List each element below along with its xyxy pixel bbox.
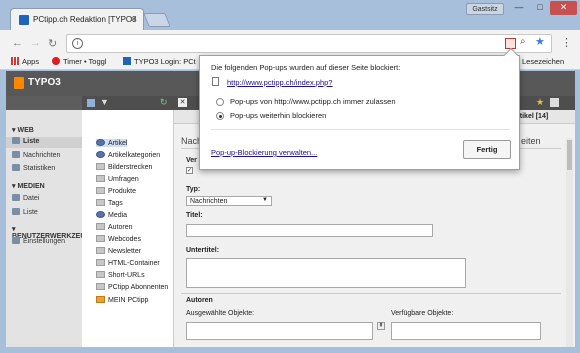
ver-label: Ver	[186, 157, 197, 164]
toggl-icon	[52, 57, 60, 65]
filter-icon[interactable]: ▼	[100, 97, 109, 107]
reload-icon[interactable]: ↻	[48, 37, 57, 50]
divider	[181, 293, 561, 294]
file-icon	[12, 194, 20, 201]
tree-item[interactable]: Artikelkategorien	[96, 151, 160, 159]
bookmark-toggl[interactable]: Timer • Toggl	[52, 57, 106, 66]
tree-item[interactable]: Umfragen	[96, 175, 139, 183]
chevron-down-icon: ▼	[262, 197, 268, 203]
tab-title: PCtipp.ch Redaktion [TYPO3	[33, 15, 137, 24]
bookmark-typo3-login[interactable]: TYPO3 Login: PCt	[123, 57, 196, 66]
module-nachrichten[interactable]: Nachrichten	[12, 151, 60, 159]
available-objects-label: Verfügbare Objekte:	[391, 310, 454, 317]
tree-item[interactable]: Media	[96, 211, 127, 219]
module-menu-header	[6, 96, 82, 110]
stats-icon	[12, 164, 20, 171]
selected-objects-list[interactable]	[186, 322, 373, 340]
title-input[interactable]	[186, 224, 433, 237]
title-bar: PCtipp.ch Redaktion [TYPO3 × Gastsitz — …	[0, 0, 580, 30]
new-page-icon[interactable]	[87, 99, 95, 107]
checkbox[interactable]: ✓	[186, 167, 193, 174]
done-button[interactable]: Fertig	[463, 140, 511, 159]
page-tree: Artikel Artikelkategorien Bilderstrecken…	[82, 110, 174, 347]
blocked-popup-link[interactable]: http://www.pctipp.ch/index.php?	[227, 78, 332, 87]
tree-item[interactable]: HTML-Container	[96, 259, 160, 267]
info-icon[interactable]: i	[72, 38, 83, 49]
tree-item[interactable]: Webcodes	[96, 235, 141, 243]
browser-menu-icon[interactable]: ⋮	[561, 36, 572, 50]
bookmark-apps[interactable]: Apps	[11, 57, 39, 66]
available-objects-list[interactable]	[391, 322, 541, 340]
tree-item[interactable]: Bilderstrecken	[96, 163, 152, 171]
list-icon	[12, 137, 20, 144]
refresh-icon[interactable]: ↻	[160, 97, 168, 108]
module-medien-liste[interactable]: Liste	[12, 208, 38, 216]
move-top-icon[interactable]: ⇞	[377, 322, 385, 330]
module-section-web[interactable]: ▾ WEB	[12, 126, 34, 134]
browser-tab[interactable]: PCtipp.ch Redaktion [TYPO3 ×	[10, 8, 144, 30]
module-einstellungen[interactable]: Einstellungen	[12, 237, 65, 245]
user-settings-icon	[12, 237, 20, 244]
bookmark-star-icon[interactable]: ★	[536, 97, 544, 108]
tree-item[interactable]: Newsletter	[96, 247, 141, 255]
tab-close-icon[interactable]: ×	[131, 14, 136, 24]
radio-block[interactable]	[216, 112, 224, 120]
section-heading-right: eiten	[521, 136, 541, 146]
tree-item[interactable]: MEIN PCtipp	[96, 296, 148, 304]
open-in-new-window-icon[interactable]	[550, 98, 559, 107]
typo3-icon	[123, 57, 131, 65]
guest-profile-button[interactable]: Gastsitz	[466, 3, 504, 15]
manage-popup-blocking-link[interactable]: Pop-up-Blockierung verwalten...	[211, 148, 317, 157]
star-icon[interactable]: ★	[535, 35, 545, 48]
new-tab-button[interactable]	[143, 13, 171, 27]
module-menu: ▾ WEB Liste Nachrichten Statistiken ▾ ME…	[6, 110, 95, 347]
popup-heading: Die folgenden Pop-ups wurden auf dieser …	[211, 63, 401, 72]
subtitle-label: Untertitel:	[186, 247, 220, 254]
apps-icon	[11, 57, 19, 65]
title-label: Titel:	[186, 212, 203, 219]
radio-allow-label[interactable]: Pop-ups von http://www.pctipp.ch immer z…	[230, 97, 396, 106]
close-document-icon[interactable]: ✕	[178, 98, 187, 107]
divider	[211, 129, 510, 130]
back-arrow-icon[interactable]: ←	[12, 37, 23, 49]
tab-favicon-icon	[19, 15, 29, 25]
forward-arrow-icon[interactable]: →	[30, 37, 41, 49]
tree-item[interactable]: Produkte	[96, 187, 136, 195]
popup-blocked-bubble: Die folgenden Pop-ups wurden auf dieser …	[199, 47, 520, 170]
radio-allow[interactable]	[216, 98, 224, 106]
radio-block-label[interactable]: Pop-ups weiterhin blockieren	[230, 111, 326, 120]
close-window-button[interactable]: ✕	[550, 1, 577, 15]
tree-item[interactable]: Tags	[96, 199, 123, 207]
typo3-logo-icon	[14, 77, 24, 89]
typo3-logo-text: TYPO3	[28, 77, 61, 88]
news-icon	[12, 151, 20, 158]
module-web-liste[interactable]: Liste	[6, 137, 82, 148]
page-icon	[212, 77, 219, 86]
module-section-medien[interactable]: ▾ MEDIEN	[12, 182, 45, 190]
module-statistiken[interactable]: Statistiken	[12, 164, 55, 172]
selected-objects-label: Ausgewählte Objekte:	[186, 310, 255, 317]
maximize-button[interactable]: □	[530, 1, 550, 15]
content-scrollbar[interactable]	[566, 138, 573, 347]
tree-item[interactable]: PCtipp Abonnenten	[96, 283, 168, 291]
typ-select[interactable]: Nachrichten ▼	[186, 196, 272, 206]
tree-item[interactable]: Artikel	[96, 139, 128, 147]
address-bar[interactable]: i ⌕ ★	[66, 34, 552, 53]
module-datei[interactable]: Datei	[12, 194, 39, 202]
authors-label: Autoren	[186, 297, 213, 304]
list-icon	[12, 208, 20, 215]
tree-item[interactable]: Autoren	[96, 223, 133, 231]
page-tree-toolbar: ▼ ↻	[82, 96, 174, 110]
zoom-icon[interactable]: ⌕	[520, 36, 526, 47]
bookmark-folder[interactable]: Lesezeichen	[522, 57, 564, 66]
scrollbar-thumb[interactable]	[567, 140, 572, 170]
minimize-button[interactable]: —	[508, 1, 530, 15]
subtitle-textarea[interactable]	[186, 258, 466, 288]
tree-item[interactable]: Short-URLs	[96, 271, 145, 279]
typ-label: Typ:	[186, 186, 201, 193]
